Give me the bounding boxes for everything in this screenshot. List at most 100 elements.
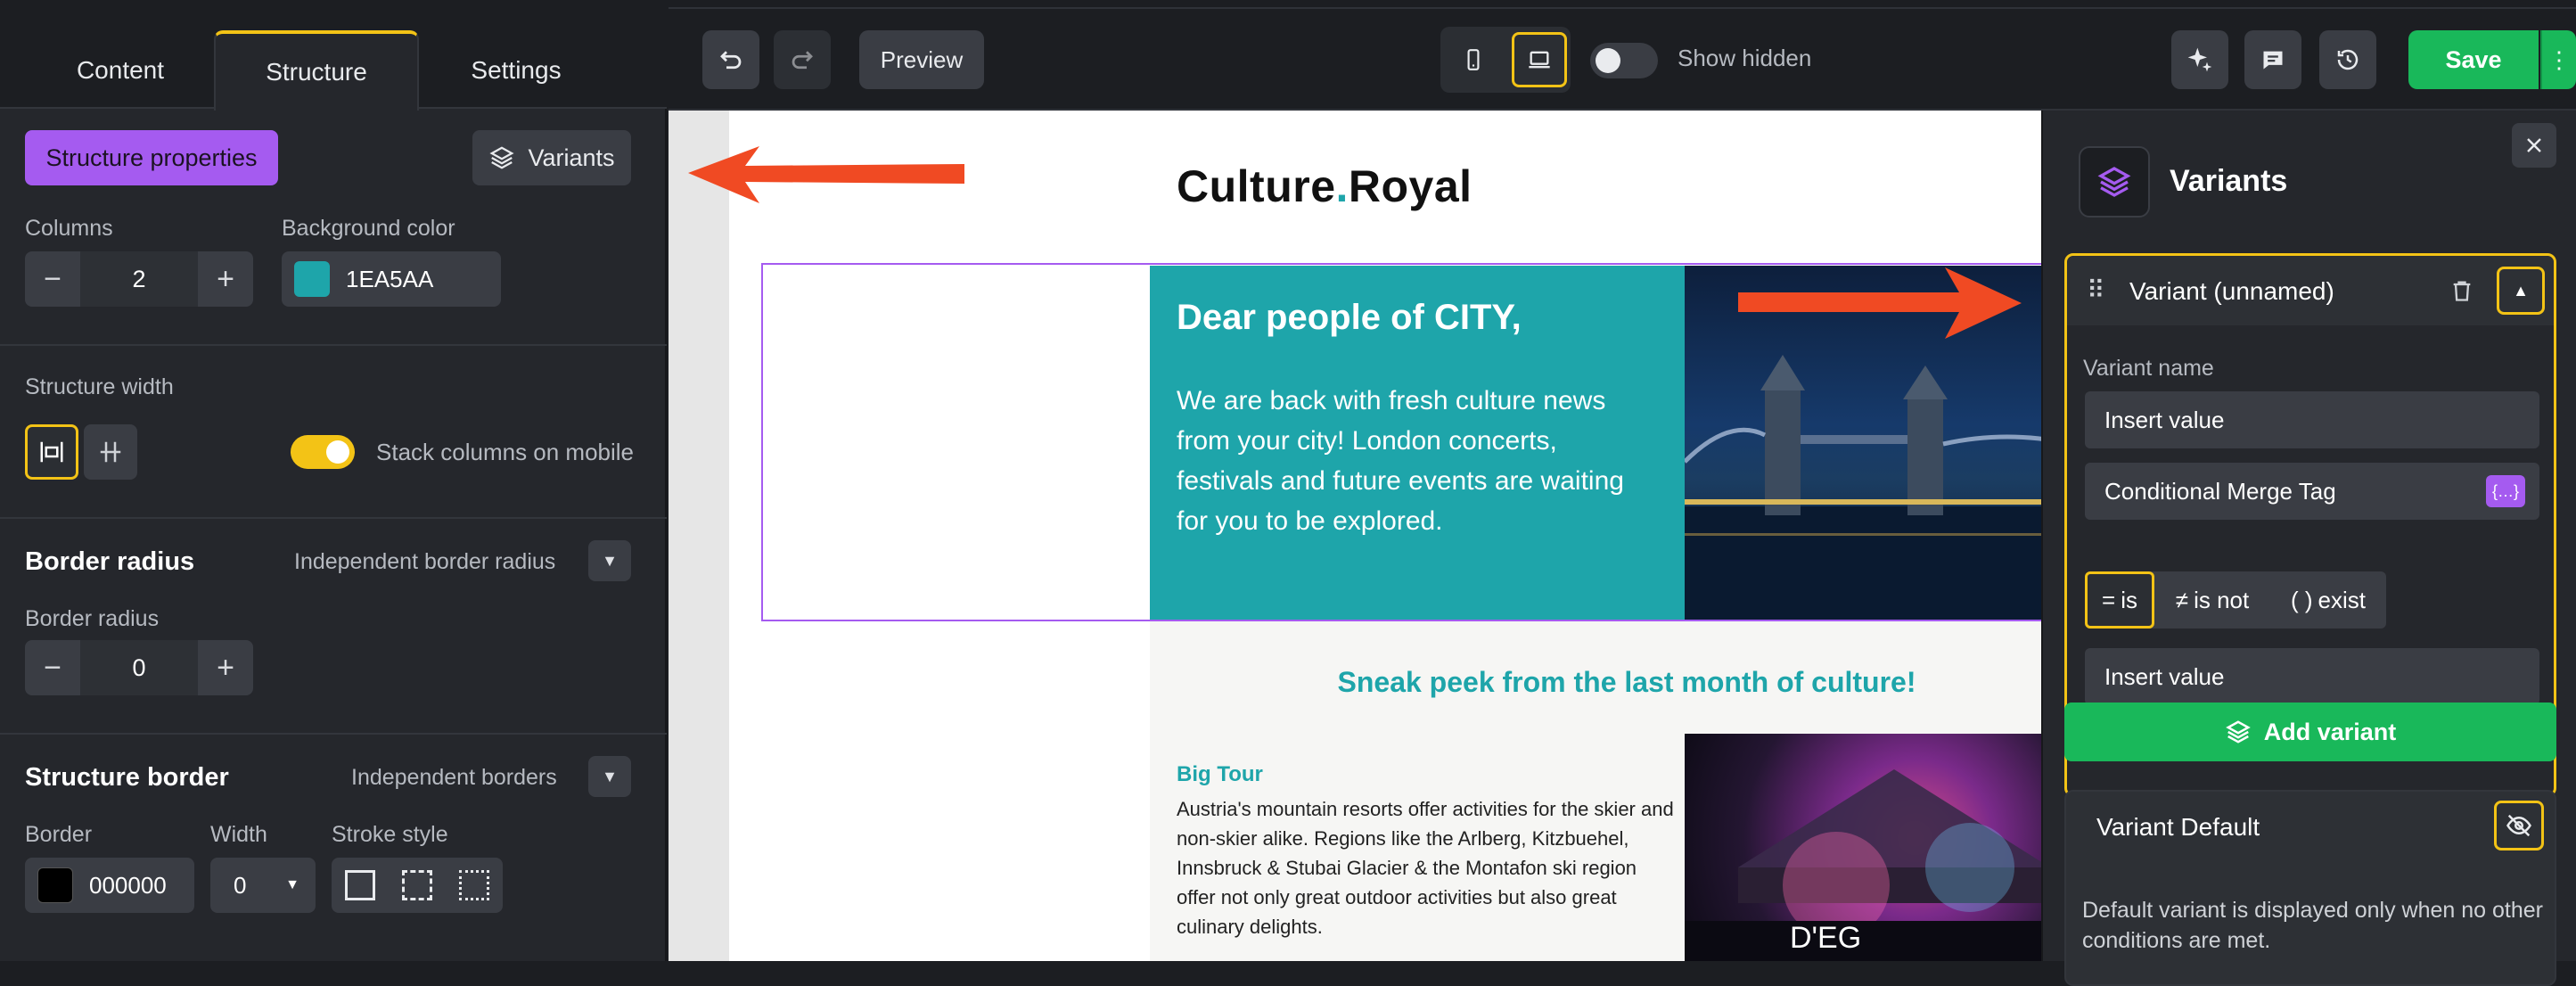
stage-sign-text: D'EG [1790,921,1861,955]
big-tour-title: Big Tour [1177,762,1263,786]
border-radius-heading: Border radius [25,547,195,576]
history-icon[interactable] [2319,30,2376,89]
variant-name-input[interactable]: Insert value [2085,391,2539,448]
background-color-value: 1EA5AA [346,265,434,292]
dashed-stroke-icon[interactable] [402,870,432,900]
divider [0,517,667,519]
independent-border-radius-label: Independent border radius [294,549,556,574]
layers-plus-icon [2225,720,2251,744]
plus-icon[interactable]: + [198,640,253,695]
trash-icon[interactable] [2440,268,2484,313]
stroke-style-label: Stroke style [332,822,448,847]
divider [0,344,667,346]
more-options-icon[interactable]: ⋮ [2540,30,2576,89]
solid-stroke-icon[interactable] [345,870,375,900]
merge-tag-label: Conditional Merge Tag [2104,477,2336,505]
minus-icon[interactable]: − [25,640,80,695]
border-color-value: 000000 [89,871,167,899]
add-variant-button[interactable]: Add variant [2064,703,2556,761]
default-variant-card: Variant Default Default variant is displ… [2064,790,2556,986]
tab-content[interactable]: Content [18,30,223,111]
structure-border-heading: Structure border [25,763,229,792]
structure-panel: Content Structure Settings Structure pro… [0,0,667,961]
dotted-stroke-icon[interactable] [459,870,489,900]
collapse-icon[interactable]: ▲ [2497,267,2545,315]
comment-icon[interactable] [2244,30,2301,89]
border-label: Border [25,822,93,847]
email-body: Culture.Royal Dear people of CITY, We ar… [729,111,2041,961]
variant-header-title: Variant (unnamed) [2129,277,2334,305]
default-variant-title: Variant Default [2096,813,2260,841]
stroke-style-group [332,858,503,913]
variants-button-label: Variants [528,144,615,171]
panel-tabs: Content Structure Settings [0,0,667,111]
fixed-width-icon[interactable] [84,424,137,480]
columns-value[interactable]: 2 [80,251,198,307]
add-variant-label: Add variant [2263,718,2397,745]
plus-icon[interactable]: + [198,251,253,307]
stack-columns-label: Stack columns on mobile [376,439,635,465]
show-hidden-toggle[interactable] [1590,43,1658,78]
variants-button[interactable]: Variants [472,130,631,185]
columns-stepper[interactable]: − 2 + [25,251,253,307]
structure-properties-button[interactable]: Structure properties [25,130,278,185]
concert-photo[interactable]: D'EG [1685,734,2041,961]
email-canvas: Culture.Royal Dear people of CITY, We ar… [669,111,2041,961]
columns-label: Columns [25,216,113,241]
border-width-value: 0 [234,871,247,899]
border-color-field[interactable]: 000000 [25,858,194,913]
background-color-label: Background color [282,216,455,241]
mobile-icon[interactable] [1448,34,1499,86]
independent-borders-label: Independent borders [351,765,557,790]
border-radius-label: Border radius [25,606,160,631]
structure-width-label: Structure width [25,374,174,399]
operator-is-not[interactable]: ≠ is not [2154,571,2270,629]
redo-icon[interactable] [774,30,831,89]
tab-settings[interactable]: Settings [414,30,619,111]
condition-operator-group: = is ≠ is not ( ) exist [2085,571,2386,629]
big-tour-text: Austria's mountain resorts offer activit… [1177,798,1674,938]
layers-icon [2079,146,2150,218]
sneak-peek-heading: Sneak peek from the last month of cultur… [1337,666,1916,698]
undo-icon[interactable] [702,30,759,89]
border-radius-stepper[interactable]: − 0 + [25,640,253,695]
preview-button[interactable]: Preview [859,30,984,89]
editor-toolbar: Preview Show hidden Save ⋮ [669,11,2576,111]
eye-off-icon[interactable] [2494,801,2544,850]
layers-icon [489,146,515,169]
condition-value-input[interactable]: Insert value [2085,648,2539,705]
variant-header: ⠿ Variant (unnamed) ▲ [2067,256,2554,325]
background-color-swatch[interactable] [294,261,330,297]
desktop-icon[interactable] [1512,32,1567,87]
border-radius-value[interactable]: 0 [80,640,198,695]
variants-title: Variants [2170,164,2288,198]
chevron-down-icon[interactable]: ▼ [588,540,631,581]
default-variant-description: Default variant is displayed only when n… [2082,898,2543,953]
save-button[interactable]: Save [2408,30,2539,89]
operator-is[interactable]: = is [2085,571,2154,629]
border-width-select[interactable]: 0 ▼ [210,858,316,913]
brand-logo: Culture.Royal [1177,161,1473,211]
arrow-left-icon [688,146,964,203]
width-label: Width [210,822,267,847]
sparkle-icon[interactable] [2171,30,2228,89]
merge-tag-icon[interactable]: {…} [2486,475,2525,507]
stack-columns-toggle[interactable] [291,435,355,469]
caret-down-icon: ▼ [285,877,299,892]
arrow-right-icon [1738,267,2022,339]
operator-exist[interactable]: ( ) exist [2270,571,2386,629]
divider [0,733,667,735]
drag-handle-icon[interactable]: ⠿ [2087,275,2105,305]
chevron-down-icon[interactable]: ▼ [588,756,631,797]
close-icon[interactable] [2512,123,2556,168]
variant-name-label: Variant name [2083,356,2214,381]
tab-structure[interactable]: Structure [214,30,419,111]
variants-panel: Variants ⠿ Variant (unnamed) ▲ Variant n… [2041,111,2576,986]
full-width-icon[interactable] [25,424,78,480]
border-color-swatch[interactable] [37,867,73,903]
background-color-field[interactable]: 1EA5AA [282,251,501,307]
show-hidden-label: Show hidden [1678,45,1812,71]
minus-icon[interactable]: − [25,251,80,307]
device-toggle-group [1440,27,1571,93]
merge-tag-field[interactable]: Conditional Merge Tag {…} [2085,463,2539,520]
